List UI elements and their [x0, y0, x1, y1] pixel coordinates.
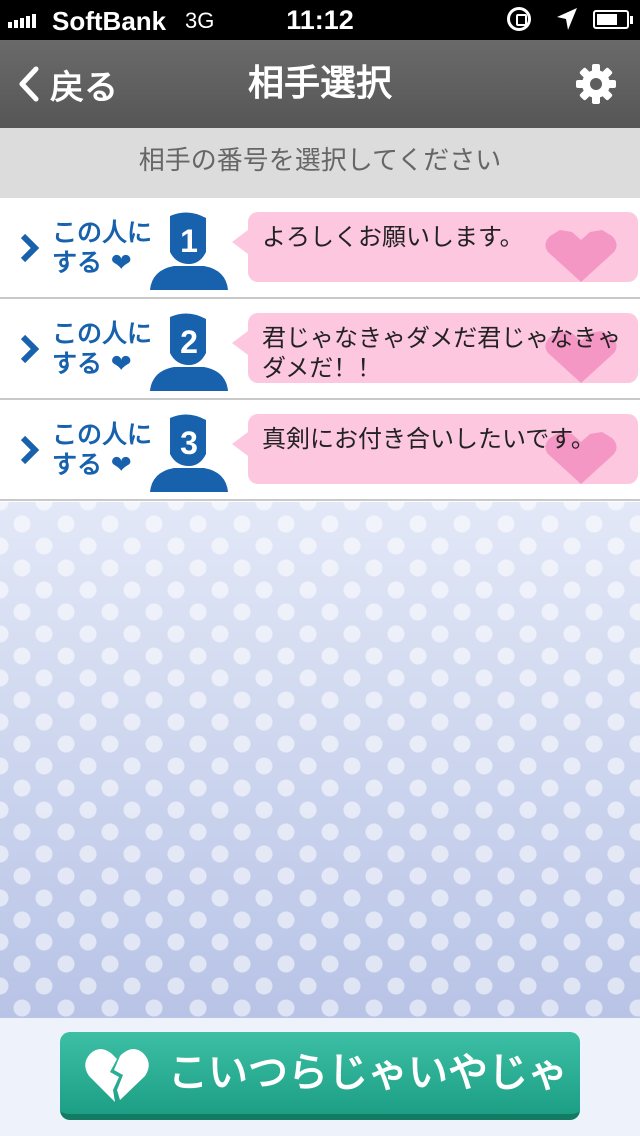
- message-bubble: よろしくお願いします。: [248, 212, 638, 282]
- choose-line1: この人に: [52, 218, 153, 247]
- status-bar: SoftBank 3G 11:12: [0, 0, 640, 40]
- choose-line1: この人に: [52, 319, 153, 348]
- chevron-right-icon: [20, 233, 40, 263]
- bottom-bar: こいつらじゃいやじゃ: [0, 1018, 640, 1136]
- partner-row-3[interactable]: この人に する ❤ 3 真剣にお付き合いしたいです。: [0, 400, 640, 501]
- message-text: 真剣にお付き合いしたいです。: [262, 425, 595, 453]
- heart-icon: ❤: [102, 349, 132, 378]
- clock: 11:12: [286, 5, 354, 35]
- message-bubble: 真剣にお付き合いしたいです。: [248, 414, 638, 484]
- choose-line2: する: [52, 248, 103, 277]
- bubble-tail: [232, 230, 248, 254]
- person-silhouette-icon: 3: [150, 414, 228, 492]
- avatar-number: 2: [180, 324, 198, 360]
- bubble-tail: [232, 432, 248, 456]
- page-title: 相手選択: [247, 63, 392, 104]
- heart-icon: [545, 230, 617, 282]
- heart-icon: ❤: [102, 450, 132, 479]
- broken-heart-icon: [85, 1049, 149, 1102]
- choose-line1: この人に: [52, 420, 153, 449]
- reject-label: こいつらじゃいやじゃ: [168, 1050, 568, 1096]
- heart-icon: ❤: [102, 248, 132, 277]
- battery-fill: [597, 14, 617, 25]
- navigation-bar: 戻る 相手選択: [0, 40, 640, 128]
- partner-row-2[interactable]: この人に する ❤ 2 君じゃなきゃダメだ君じゃなきゃダメだ！！: [0, 299, 640, 400]
- choose-label: この人に する ❤: [52, 218, 152, 278]
- avatar-number: 3: [180, 425, 198, 461]
- choose-line2: する: [52, 450, 103, 479]
- rotation-lock-icon: [507, 7, 531, 31]
- message-text: よろしくお願いします。: [262, 223, 524, 251]
- person-silhouette-icon: 2: [150, 313, 228, 391]
- location-icon: [557, 8, 577, 30]
- choose-line2: する: [52, 349, 103, 378]
- battery-icon: [593, 10, 633, 29]
- gear-icon[interactable]: [574, 62, 618, 106]
- avatar-number: 1: [180, 223, 198, 259]
- instruction-text: 相手の番号を選択してください: [0, 128, 640, 198]
- bubble-tail: [232, 331, 248, 355]
- choose-label: この人に する ❤: [52, 420, 152, 480]
- chevron-right-icon: [20, 334, 40, 364]
- partner-row-1[interactable]: この人に する ❤ 1 よろしくお願いします。: [0, 198, 640, 299]
- person-silhouette-icon: 1: [150, 212, 228, 290]
- chevron-right-icon: [20, 435, 40, 465]
- partner-list: この人に する ❤ 1 よろしくお願いします。 この人に する ❤ 2 君じゃな…: [0, 198, 640, 501]
- dotted-background: [0, 502, 640, 1018]
- message-bubble: 君じゃなきゃダメだ君じゃなきゃダメだ！！: [248, 313, 638, 383]
- choose-label: この人に する ❤: [52, 319, 152, 379]
- reject-all-button[interactable]: こいつらじゃいやじゃ: [60, 1032, 580, 1120]
